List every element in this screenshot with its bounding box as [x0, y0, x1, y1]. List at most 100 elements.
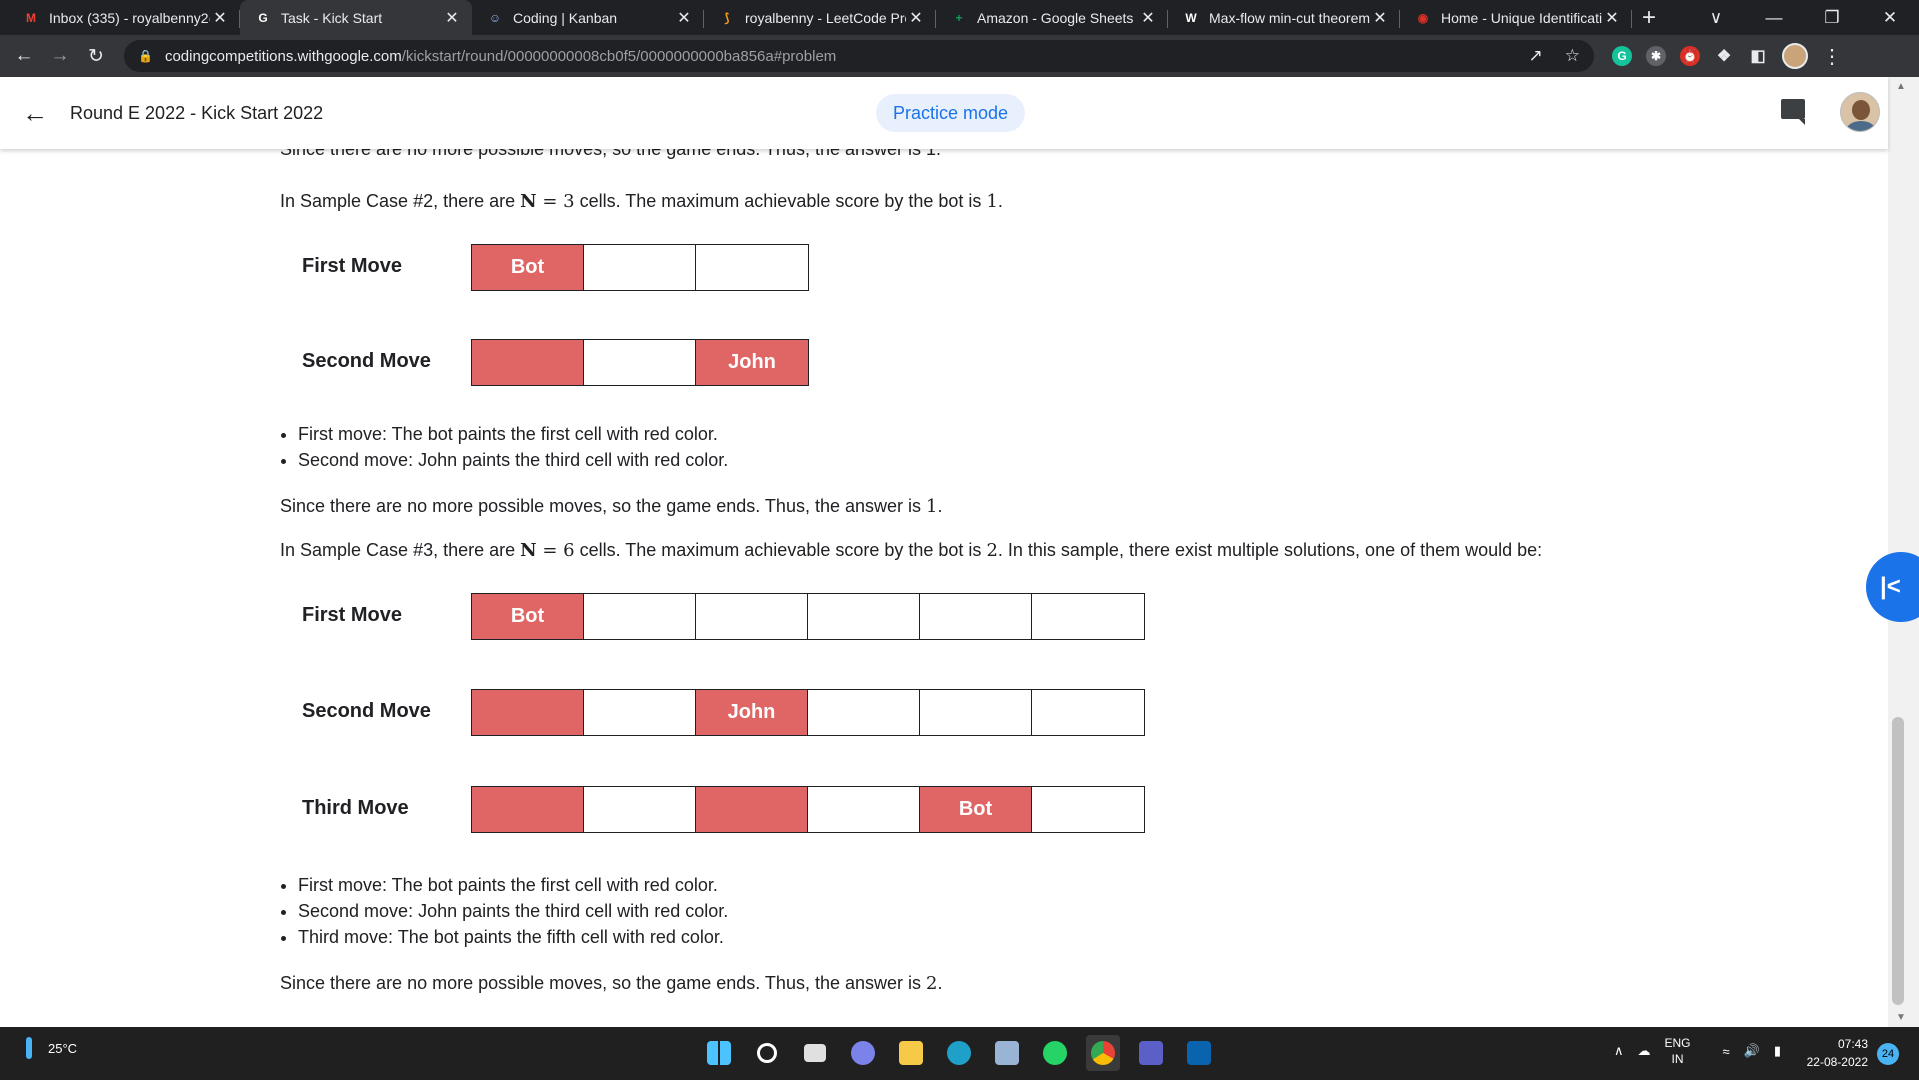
bookmark-star-icon[interactable]: ☆: [1565, 46, 1580, 66]
scrollbar-thumb[interactable]: [1892, 717, 1904, 1005]
browser-tab[interactable]: ☺ Coding | Kanban ✕: [472, 0, 704, 35]
painted-cell: Bot: [472, 245, 584, 290]
back-arrow-icon[interactable]: ←: [0, 98, 70, 129]
bullet-item: Second move: John paints the third cell …: [298, 898, 728, 924]
chrome-icon[interactable]: [1086, 1035, 1120, 1071]
lock-icon[interactable]: 🔒: [138, 49, 153, 63]
thermometer-icon: [26, 1037, 32, 1059]
whatsapp-icon[interactable]: [1038, 1035, 1072, 1071]
extension-gear-icon[interactable]: ✱: [1646, 46, 1666, 66]
move-label: First Move: [302, 604, 403, 626]
language-indicator[interactable]: ENG IN: [1665, 1035, 1691, 1067]
teams-chat-icon[interactable]: [846, 1035, 880, 1071]
empty-cell: [920, 690, 1032, 735]
user-avatar[interactable]: [1840, 92, 1880, 132]
bullet-item: Third move: The bot paints the fifth cel…: [298, 924, 728, 950]
weather-widget[interactable]: 25°C: [26, 1037, 77, 1059]
volume-icon[interactable]: 🔊: [1744, 1043, 1760, 1059]
practice-mode-chip[interactable]: Practice mode: [876, 94, 1026, 132]
cloud-icon[interactable]: ☁: [1638, 1043, 1651, 1059]
url-path: /kickstart/round/00000000008cb0f5/000000…: [401, 47, 837, 65]
grammarly-icon[interactable]: G: [1612, 46, 1632, 66]
close-tab-icon[interactable]: ✕: [210, 8, 230, 28]
browser-tab[interactable]: M Inbox (335) - royalbenny2@ ✕: [8, 0, 240, 35]
bullet-item: First move: The bot paints the first cel…: [298, 872, 728, 898]
close-tab-icon[interactable]: ✕: [674, 8, 694, 28]
case2-bullet-list: First move: The bot paints the first cel…: [298, 421, 728, 473]
problem-content: Since there are no more possible moves, …: [0, 149, 1888, 1027]
browser-menu-icon[interactable]: ⋮: [1822, 44, 1842, 69]
painted-cell: John: [696, 340, 808, 385]
empty-cell: [808, 690, 920, 735]
empty-cell: [808, 594, 920, 639]
photos-icon[interactable]: [990, 1035, 1024, 1071]
alarm-icon[interactable]: ⏰: [1680, 46, 1700, 66]
close-tab-icon[interactable]: ✕: [442, 8, 462, 28]
restore-button[interactable]: ❐: [1803, 8, 1861, 28]
new-tab-button[interactable]: +: [1632, 0, 1666, 35]
reload-icon[interactable]: ↻: [78, 45, 114, 68]
move-label: First Move: [302, 255, 403, 277]
system-tray: ∧ ☁ ENG IN ≈ 🔊 ▮: [1614, 1035, 1781, 1067]
browser-tab[interactable]: G Task - Kick Start ✕: [240, 0, 472, 35]
cell-grid: John: [471, 689, 1145, 736]
cell-grid: Bot: [471, 593, 1145, 640]
notification-badge[interactable]: 24: [1877, 1043, 1899, 1065]
battery-icon[interactable]: ▮: [1774, 1043, 1781, 1059]
extensions-puzzle-icon[interactable]: ❖: [1714, 46, 1734, 66]
task-view-icon[interactable]: [798, 1035, 832, 1071]
browser-tab[interactable]: + Amazon - Google Sheets ✕: [936, 0, 1168, 35]
painted-cell: [696, 787, 808, 832]
move-label: Second Move: [302, 700, 431, 722]
browser-tab[interactable]: ◉ Home - Unique Identificatio ✕: [1400, 0, 1632, 35]
window-controls: ∨ — ❐ ✕: [1687, 0, 1919, 35]
close-tab-icon[interactable]: ✕: [906, 8, 926, 28]
cell-grid: John: [471, 339, 809, 386]
windows-taskbar: 25°C ∧ ☁ ENG IN ≈ 🔊 ▮ 07:43 22-08-2022 2…: [0, 1027, 1919, 1080]
search-icon[interactable]: [750, 1035, 784, 1071]
gmail-icon: M: [26, 10, 36, 25]
tab-title: Inbox (335) - royalbenny2@: [49, 9, 210, 26]
forward-icon[interactable]: →: [42, 45, 78, 67]
browser-tab[interactable]: ⟆ royalbenny - LeetCode Prof ✕: [704, 0, 936, 35]
empty-cell: [808, 787, 920, 832]
tab-search-icon[interactable]: ∨: [1687, 8, 1745, 28]
minimize-button[interactable]: —: [1745, 8, 1803, 28]
uidai-icon: ◉: [1417, 10, 1429, 25]
address-bar[interactable]: 🔒 codingcompetitions.withgoogle.com/kick…: [124, 40, 1594, 72]
painted-cell: John: [696, 690, 808, 735]
bullet-item: Second move: John paints the third cell …: [298, 447, 728, 473]
close-tab-icon[interactable]: ✕: [1602, 8, 1622, 28]
tab-separator: [1631, 10, 1632, 28]
empty-cell: [584, 340, 696, 385]
scroll-down-icon[interactable]: ▼: [1896, 1012, 1906, 1023]
outlook-icon[interactable]: [1182, 1035, 1216, 1071]
start-button[interactable]: [702, 1035, 736, 1071]
app-header: ← Round E 2022 - Kick Start 2022 Practic…: [0, 77, 1888, 149]
tray-overflow-icon[interactable]: ∧: [1614, 1043, 1624, 1059]
scroll-up-icon[interactable]: ▲: [1896, 81, 1906, 92]
file-explorer-icon[interactable]: [894, 1035, 928, 1071]
edge-icon[interactable]: [942, 1035, 976, 1071]
case3-bullet-list: First move: The bot paints the first cel…: [298, 872, 728, 950]
painted-cell: Bot: [472, 594, 584, 639]
close-window-button[interactable]: ✕: [1861, 8, 1919, 28]
clock[interactable]: 07:43 22-08-2022: [1800, 1035, 1868, 1071]
empty-cell: [584, 787, 696, 832]
back-icon[interactable]: ←: [6, 45, 42, 67]
close-tab-icon[interactable]: ✕: [1138, 8, 1158, 28]
teams-icon[interactable]: [1134, 1035, 1168, 1071]
close-tab-icon[interactable]: ✕: [1370, 8, 1390, 28]
feedback-chat-icon[interactable]: [1781, 99, 1805, 125]
case2-description: In Sample Case #2, there are N = 3 cells…: [280, 191, 1003, 212]
browser-profile-avatar[interactable]: [1782, 43, 1808, 69]
empty-cell: [1032, 787, 1144, 832]
taskbar-apps: [702, 1035, 1216, 1071]
side-panel-icon[interactable]: ◧: [1748, 46, 1768, 66]
browser-tab[interactable]: W Max-flow min-cut theorem ✕: [1168, 0, 1400, 35]
temperature: 25°C: [48, 1040, 78, 1056]
share-icon[interactable]: ↗: [1529, 46, 1543, 66]
wifi-icon[interactable]: ≈: [1723, 1044, 1730, 1059]
round-title: Round E 2022 - Kick Start 2022: [70, 102, 324, 123]
url-host: codingcompetitions.withgoogle.com: [164, 47, 402, 65]
